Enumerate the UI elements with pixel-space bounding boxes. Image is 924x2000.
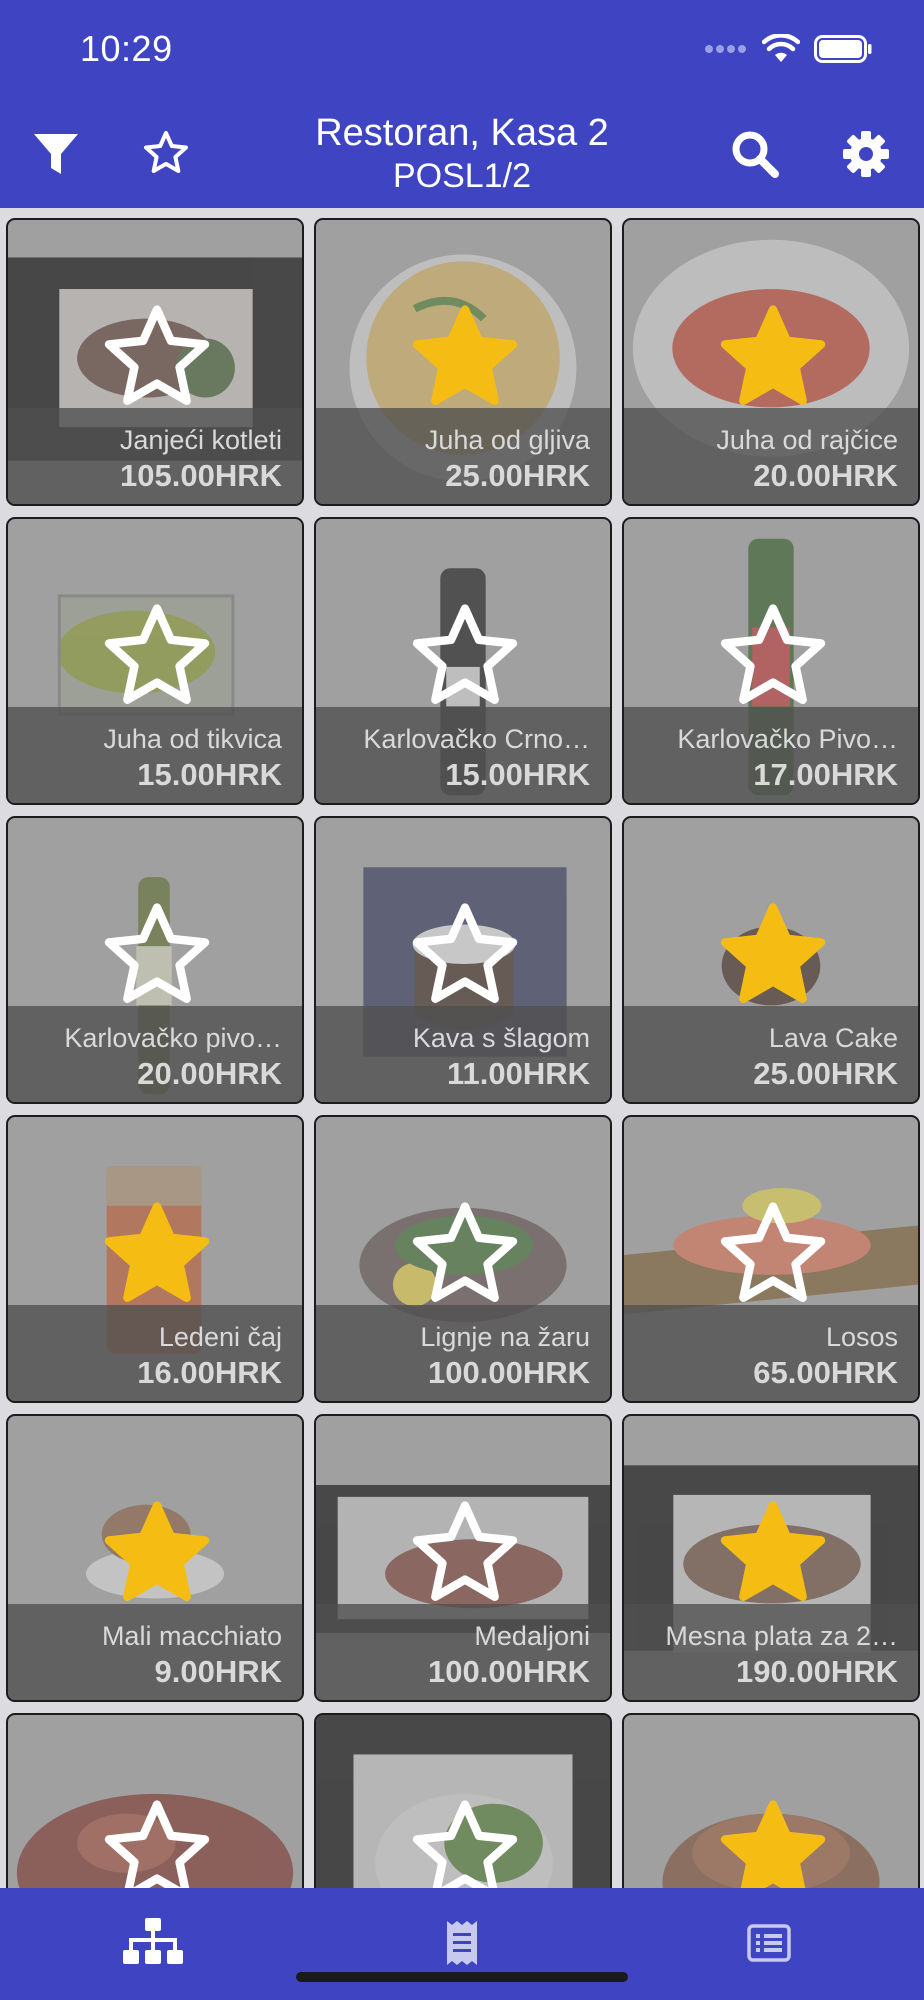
tab-receipt[interactable] bbox=[430, 1918, 494, 1968]
status-icons bbox=[704, 34, 872, 64]
product-tile[interactable]: Karlovačko Crno… 15.00HRK bbox=[314, 517, 612, 805]
product-name: Lava Cake bbox=[768, 1023, 898, 1053]
product-price: 11.00HRK bbox=[446, 1056, 590, 1091]
top-app-bar: 10:29 Restoran, Kasa 2 POSL1/2 bbox=[0, 0, 924, 208]
star-filled-icon[interactable] bbox=[97, 1496, 217, 1616]
home-indicator bbox=[296, 1972, 628, 1982]
product-tile[interactable]: Lava Cake 25.00HRK bbox=[622, 816, 920, 1104]
product-price: 16.00HRK bbox=[137, 1355, 282, 1390]
star-outline-icon[interactable] bbox=[405, 1197, 525, 1317]
product-name: Mali macchiato bbox=[101, 1621, 282, 1651]
star-outline-icon[interactable] bbox=[97, 300, 217, 420]
status-time: 10:29 bbox=[80, 28, 173, 69]
product-name: Juha od gljiva bbox=[424, 425, 590, 455]
wifi-icon bbox=[762, 34, 800, 62]
product-tile[interactable]: Losos 65.00HRK bbox=[622, 1115, 920, 1403]
product-name: Juha od rajčice bbox=[716, 425, 898, 455]
star-outline-icon[interactable] bbox=[405, 1795, 525, 1888]
product-tile[interactable]: Mesna plata za 2… 190.00HRK bbox=[622, 1414, 920, 1702]
gear-icon bbox=[843, 131, 889, 177]
product-price: 105.00HRK bbox=[120, 458, 282, 493]
product-tile[interactable]: Lignje na žaru 100.00HRK bbox=[314, 1115, 612, 1403]
product-price: 25.00HRK bbox=[445, 458, 590, 493]
product-tile[interactable] bbox=[6, 1713, 304, 1888]
star-filled-icon[interactable] bbox=[713, 300, 833, 420]
receipt-icon bbox=[447, 1921, 477, 1965]
product-price: 9.00HRK bbox=[154, 1654, 283, 1689]
product-name: Karlovačko pivo… bbox=[64, 1023, 282, 1053]
product-tile[interactable] bbox=[622, 1713, 920, 1888]
page-title: Restoran, Kasa 2 bbox=[315, 112, 609, 154]
product-tile[interactable] bbox=[314, 1713, 612, 1888]
cellular-signal-icon bbox=[705, 45, 746, 53]
search-button[interactable] bbox=[725, 124, 785, 184]
product-name: Karlovačko Pivo… bbox=[677, 724, 898, 754]
product-name: Losos bbox=[825, 1322, 898, 1352]
star-outline-icon[interactable] bbox=[97, 599, 217, 719]
product-tile[interactable]: Janjeći kotleti 105.00HRK bbox=[6, 218, 304, 506]
settings-button[interactable] bbox=[836, 124, 896, 184]
star-outline-icon[interactable] bbox=[405, 898, 525, 1018]
tab-list[interactable] bbox=[737, 1918, 801, 1968]
product-name: Ledeni čaj bbox=[158, 1322, 282, 1352]
tab-categories[interactable] bbox=[121, 1918, 185, 1968]
product-tile[interactable]: Kava s šlagom 11.00HRK bbox=[314, 816, 612, 1104]
star-outline-icon[interactable] bbox=[97, 1795, 217, 1888]
bottom-tab-bar bbox=[0, 1888, 924, 2000]
list-icon bbox=[747, 1924, 791, 1962]
product-tile[interactable]: Mali macchiato 9.00HRK bbox=[6, 1414, 304, 1702]
product-price: 20.00HRK bbox=[137, 1056, 282, 1091]
star-outline-icon[interactable] bbox=[405, 1496, 525, 1616]
star-filled-icon[interactable] bbox=[713, 1795, 833, 1888]
product-price: 17.00HRK bbox=[753, 757, 898, 792]
product-name: Lignje na žaru bbox=[420, 1322, 590, 1352]
product-name: Kava s šlagom bbox=[412, 1023, 590, 1053]
product-price: 100.00HRK bbox=[428, 1654, 590, 1689]
product-price: 190.00HRK bbox=[736, 1654, 898, 1689]
product-name: Karlovačko Crno… bbox=[363, 724, 590, 754]
product-tile[interactable]: Ledeni čaj 16.00HRK bbox=[6, 1115, 304, 1403]
product-price: 20.00HRK bbox=[753, 458, 898, 493]
product-grid: Janjeći kotleti 105.00HRK Juha od gljiva 25… bbox=[0, 208, 924, 1888]
page-subtitle: POSL1/2 bbox=[393, 157, 531, 195]
search-icon bbox=[732, 131, 779, 178]
product-price: 15.00HRK bbox=[137, 757, 282, 792]
star-filled-icon[interactable] bbox=[713, 1496, 833, 1616]
star-outline-icon[interactable] bbox=[97, 898, 217, 1018]
product-price: 65.00HRK bbox=[753, 1355, 898, 1390]
hierarchy-icon bbox=[123, 1918, 183, 1964]
product-tile[interactable]: Medaljoni 100.00HRK bbox=[314, 1414, 612, 1702]
product-tile[interactable]: Juha od gljiva 25.00HRK bbox=[314, 218, 612, 506]
product-name: Medaljoni bbox=[474, 1621, 590, 1651]
product-price: 25.00HRK bbox=[753, 1056, 898, 1091]
product-name: Janjeći kotleti bbox=[119, 425, 282, 455]
product-price: 15.00HRK bbox=[445, 757, 590, 792]
product-tile[interactable]: Juha od rajčice 20.00HRK bbox=[622, 218, 920, 506]
star-outline-icon[interactable] bbox=[713, 1197, 833, 1317]
star-filled-icon[interactable] bbox=[405, 300, 525, 420]
product-tile[interactable]: Karlovačko Pivo… 17.00HRK bbox=[622, 517, 920, 805]
star-outline-icon[interactable] bbox=[713, 599, 833, 719]
product-tile[interactable]: Karlovačko pivo… 20.00HRK bbox=[6, 816, 304, 1104]
product-price: 100.00HRK bbox=[428, 1355, 590, 1390]
star-outline-icon[interactable] bbox=[405, 599, 525, 719]
product-name: Mesna plata za 2… bbox=[665, 1621, 898, 1651]
product-tile[interactable]: Juha od tikvica 15.00HRK bbox=[6, 517, 304, 805]
star-filled-icon[interactable] bbox=[97, 1197, 217, 1317]
battery-icon bbox=[814, 35, 872, 63]
star-filled-icon[interactable] bbox=[713, 898, 833, 1018]
product-name: Juha od tikvica bbox=[103, 724, 282, 754]
